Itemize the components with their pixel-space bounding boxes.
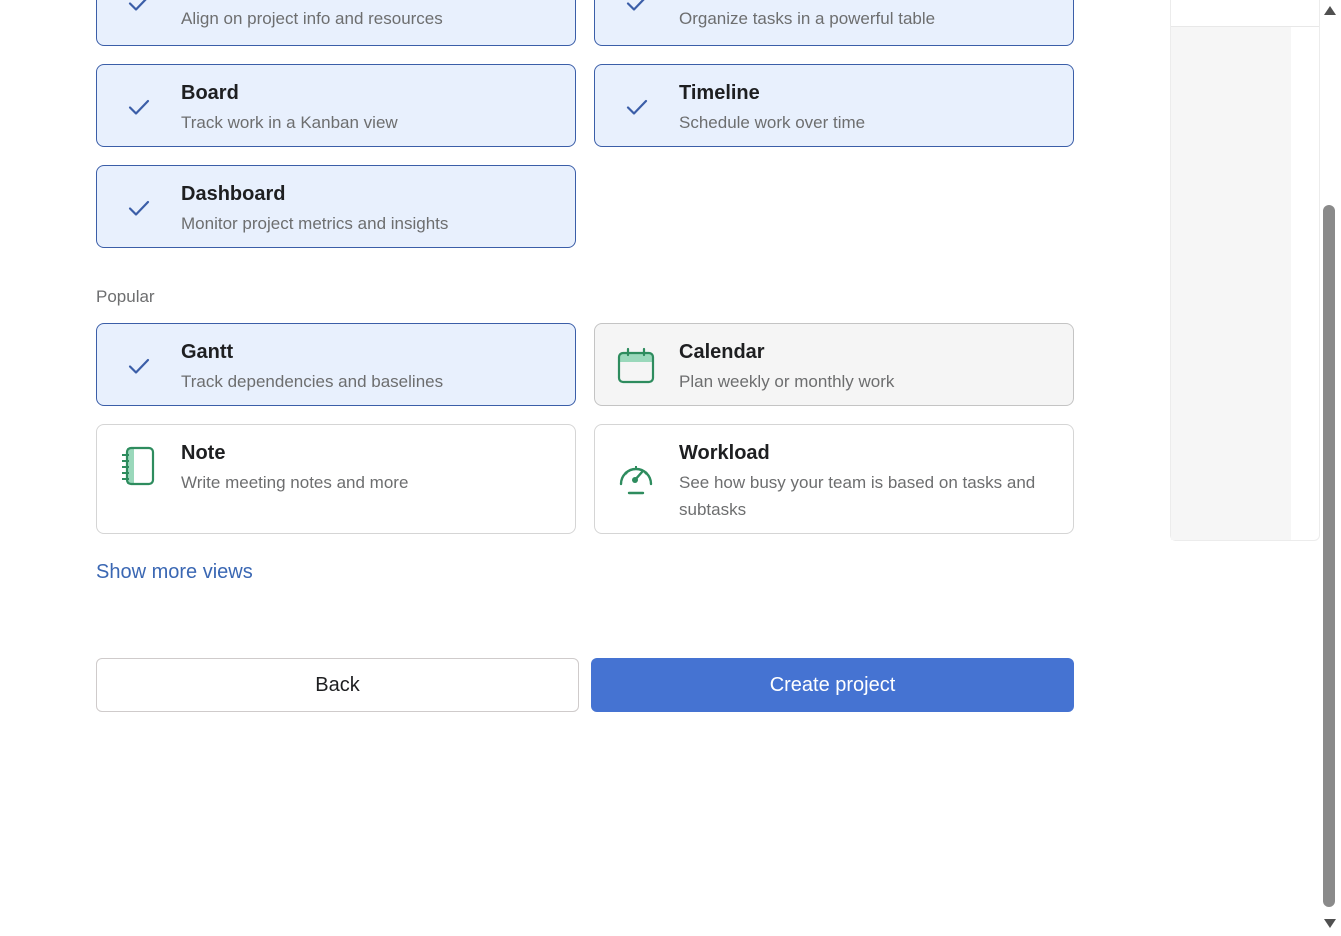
preview-panel-body [1171,27,1291,540]
view-card-description: Track dependencies and baselines [181,372,444,391]
check-icon [626,99,648,115]
scrollbar[interactable] [1320,0,1341,936]
preview-panel-header [1171,0,1319,27]
view-card-description: Track work in a Kanban view [181,113,398,132]
scroll-down-arrow-icon[interactable] [1323,918,1337,930]
view-card-title: Timeline [679,82,760,104]
check-icon [128,0,147,11]
back-button[interactable]: Back [96,658,579,712]
view-card-title: Calendar [679,341,765,363]
view-card-description: Schedule work over time [679,113,866,132]
check-icon [128,99,150,115]
view-card-board[interactable]: Board Track work in a Kanban view [96,64,576,147]
scroll-up-arrow-icon[interactable] [1323,4,1337,16]
create-project-button[interactable]: Create project [591,658,1074,712]
view-card-description: See how busy your team is based on tasks… [679,473,1036,519]
view-card-description: Monitor project metrics and insights [181,214,449,233]
view-card-description: Plan weekly or monthly work [679,372,895,391]
view-card-title: Board [181,82,239,104]
view-card-title: Gantt [181,341,234,363]
show-more-views-link[interactable]: Show more views [96,561,253,584]
view-card-title: Dashboard [181,183,286,205]
view-card-description: Write meeting notes and more [181,473,409,492]
view-card-workload[interactable]: Workload See how busy your team is based… [594,424,1074,534]
view-card-list[interactable]: Organize tasks in a powerful table [594,0,1074,46]
gauge-icon [619,466,653,495]
view-card-dashboard[interactable]: Dashboard Monitor project metrics and in… [96,165,576,248]
view-card-title: Note [181,442,226,464]
section-label-popular: Popular [96,287,155,306]
check-icon [128,200,150,216]
view-card-calendar[interactable]: Calendar Plan weekly or monthly work [594,323,1074,406]
view-card-overview[interactable]: Align on project info and resources [96,0,576,46]
view-card-gantt[interactable]: Gantt Track dependencies and baselines [96,323,576,406]
view-card-description: Align on project info and resources [181,9,443,28]
view-card-description: Organize tasks in a powerful table [679,9,936,28]
view-card-timeline[interactable]: Timeline Schedule work over time [594,64,1074,147]
preview-panel [1170,0,1320,541]
view-card-note[interactable]: Note Write meeting notes and more [96,424,576,534]
view-card-title: Workload [679,442,770,464]
check-icon [626,0,645,11]
notebook-icon [122,446,155,486]
scrollbar-thumb[interactable] [1323,205,1335,907]
calendar-icon [617,347,655,384]
check-icon [128,358,150,374]
